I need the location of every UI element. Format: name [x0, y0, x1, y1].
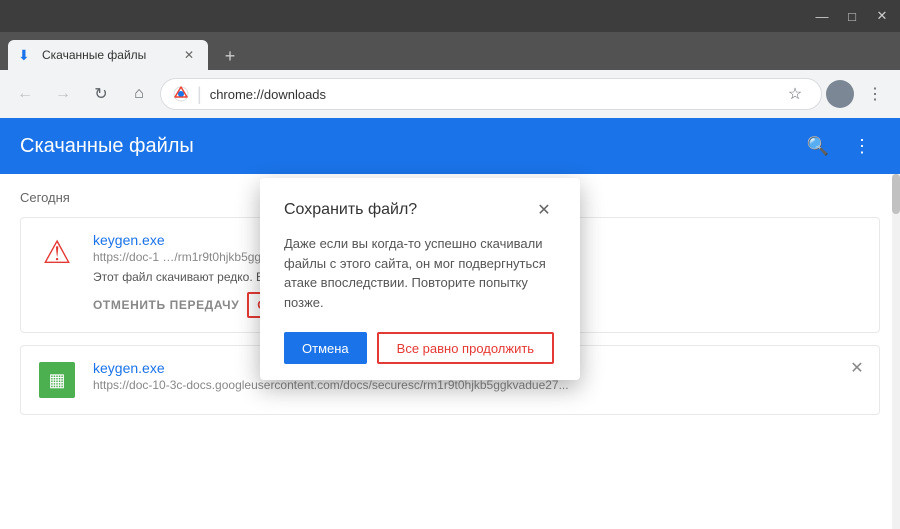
forward-button[interactable]: →	[46, 77, 80, 111]
nav-right-controls: ⋮	[826, 77, 892, 111]
address-bar[interactable]: | chrome://downloads ☆	[160, 78, 822, 110]
cancel-transfer-button[interactable]: ОТМЕНИТЬ ПЕРЕДАЧУ	[93, 294, 247, 316]
search-button[interactable]: 🔍	[800, 128, 836, 164]
refresh-button[interactable]: ↻	[84, 77, 118, 111]
window-close-button[interactable]: ✕	[868, 5, 896, 27]
more-options-button[interactable]: ⋮	[844, 128, 880, 164]
home-button[interactable]: ⌂	[122, 77, 156, 111]
tab-close-button[interactable]: ✕	[180, 46, 198, 64]
dialog-close-button[interactable]: ✕	[532, 198, 556, 222]
title-bar: — □ ✕	[0, 0, 900, 32]
header-actions: 🔍 ⋮	[800, 128, 880, 164]
dialog-body: Даже если вы когда-то успешно скачивали …	[284, 234, 556, 312]
download-icon-2: ▦	[37, 360, 77, 400]
scrollbar[interactable]	[892, 174, 900, 529]
chrome-menu-button[interactable]: ⋮	[858, 77, 892, 111]
minimize-button[interactable]: —	[808, 5, 836, 27]
save-file-dialog: Сохранить файл? ✕ Даже если вы когда-то …	[260, 178, 580, 380]
maximize-button[interactable]: □	[838, 5, 866, 27]
downloads-page: Скачанные файлы 🔍 ⋮ Сегодня ⚠ keygen.exe…	[0, 118, 900, 529]
download-url-2: https://doc-10-3c-docs.googleusercontent…	[93, 378, 863, 392]
download-warning-icon: ⚠	[37, 232, 77, 272]
back-button[interactable]: ←	[8, 77, 42, 111]
avatar[interactable]	[826, 80, 854, 108]
title-bar-controls: — □ ✕	[808, 5, 896, 27]
dialog-cancel-button[interactable]: Отмена	[284, 332, 367, 364]
chrome-logo-icon	[173, 86, 189, 102]
tab-favicon-icon: ⬇	[18, 47, 34, 63]
dialog-title: Сохранить файл?	[284, 201, 417, 219]
downloads-header: Скачанные файлы 🔍 ⋮	[0, 118, 900, 174]
address-text: chrome://downloads	[210, 87, 773, 102]
page-title: Скачанные файлы	[20, 135, 194, 158]
dialog-continue-button[interactable]: Все равно продолжить	[377, 332, 554, 364]
scrollbar-thumb[interactable]	[892, 174, 900, 214]
tab-bar: ⬇ Скачанные файлы ✕ +	[0, 32, 900, 70]
download-close-button-2[interactable]: ✕	[845, 356, 869, 380]
active-tab[interactable]: ⬇ Скачанные файлы ✕	[8, 40, 208, 70]
dialog-actions: Отмена Все равно продолжить	[284, 332, 556, 364]
address-separator: |	[197, 84, 202, 105]
new-tab-button[interactable]: +	[216, 42, 244, 70]
dialog-header: Сохранить файл? ✕	[284, 198, 556, 222]
nav-bar: ← → ↻ ⌂ | chrome://downloads ☆ ⋮	[0, 70, 900, 118]
tab-title: Скачанные файлы	[42, 48, 172, 62]
bookmark-star-button[interactable]: ☆	[781, 80, 809, 108]
